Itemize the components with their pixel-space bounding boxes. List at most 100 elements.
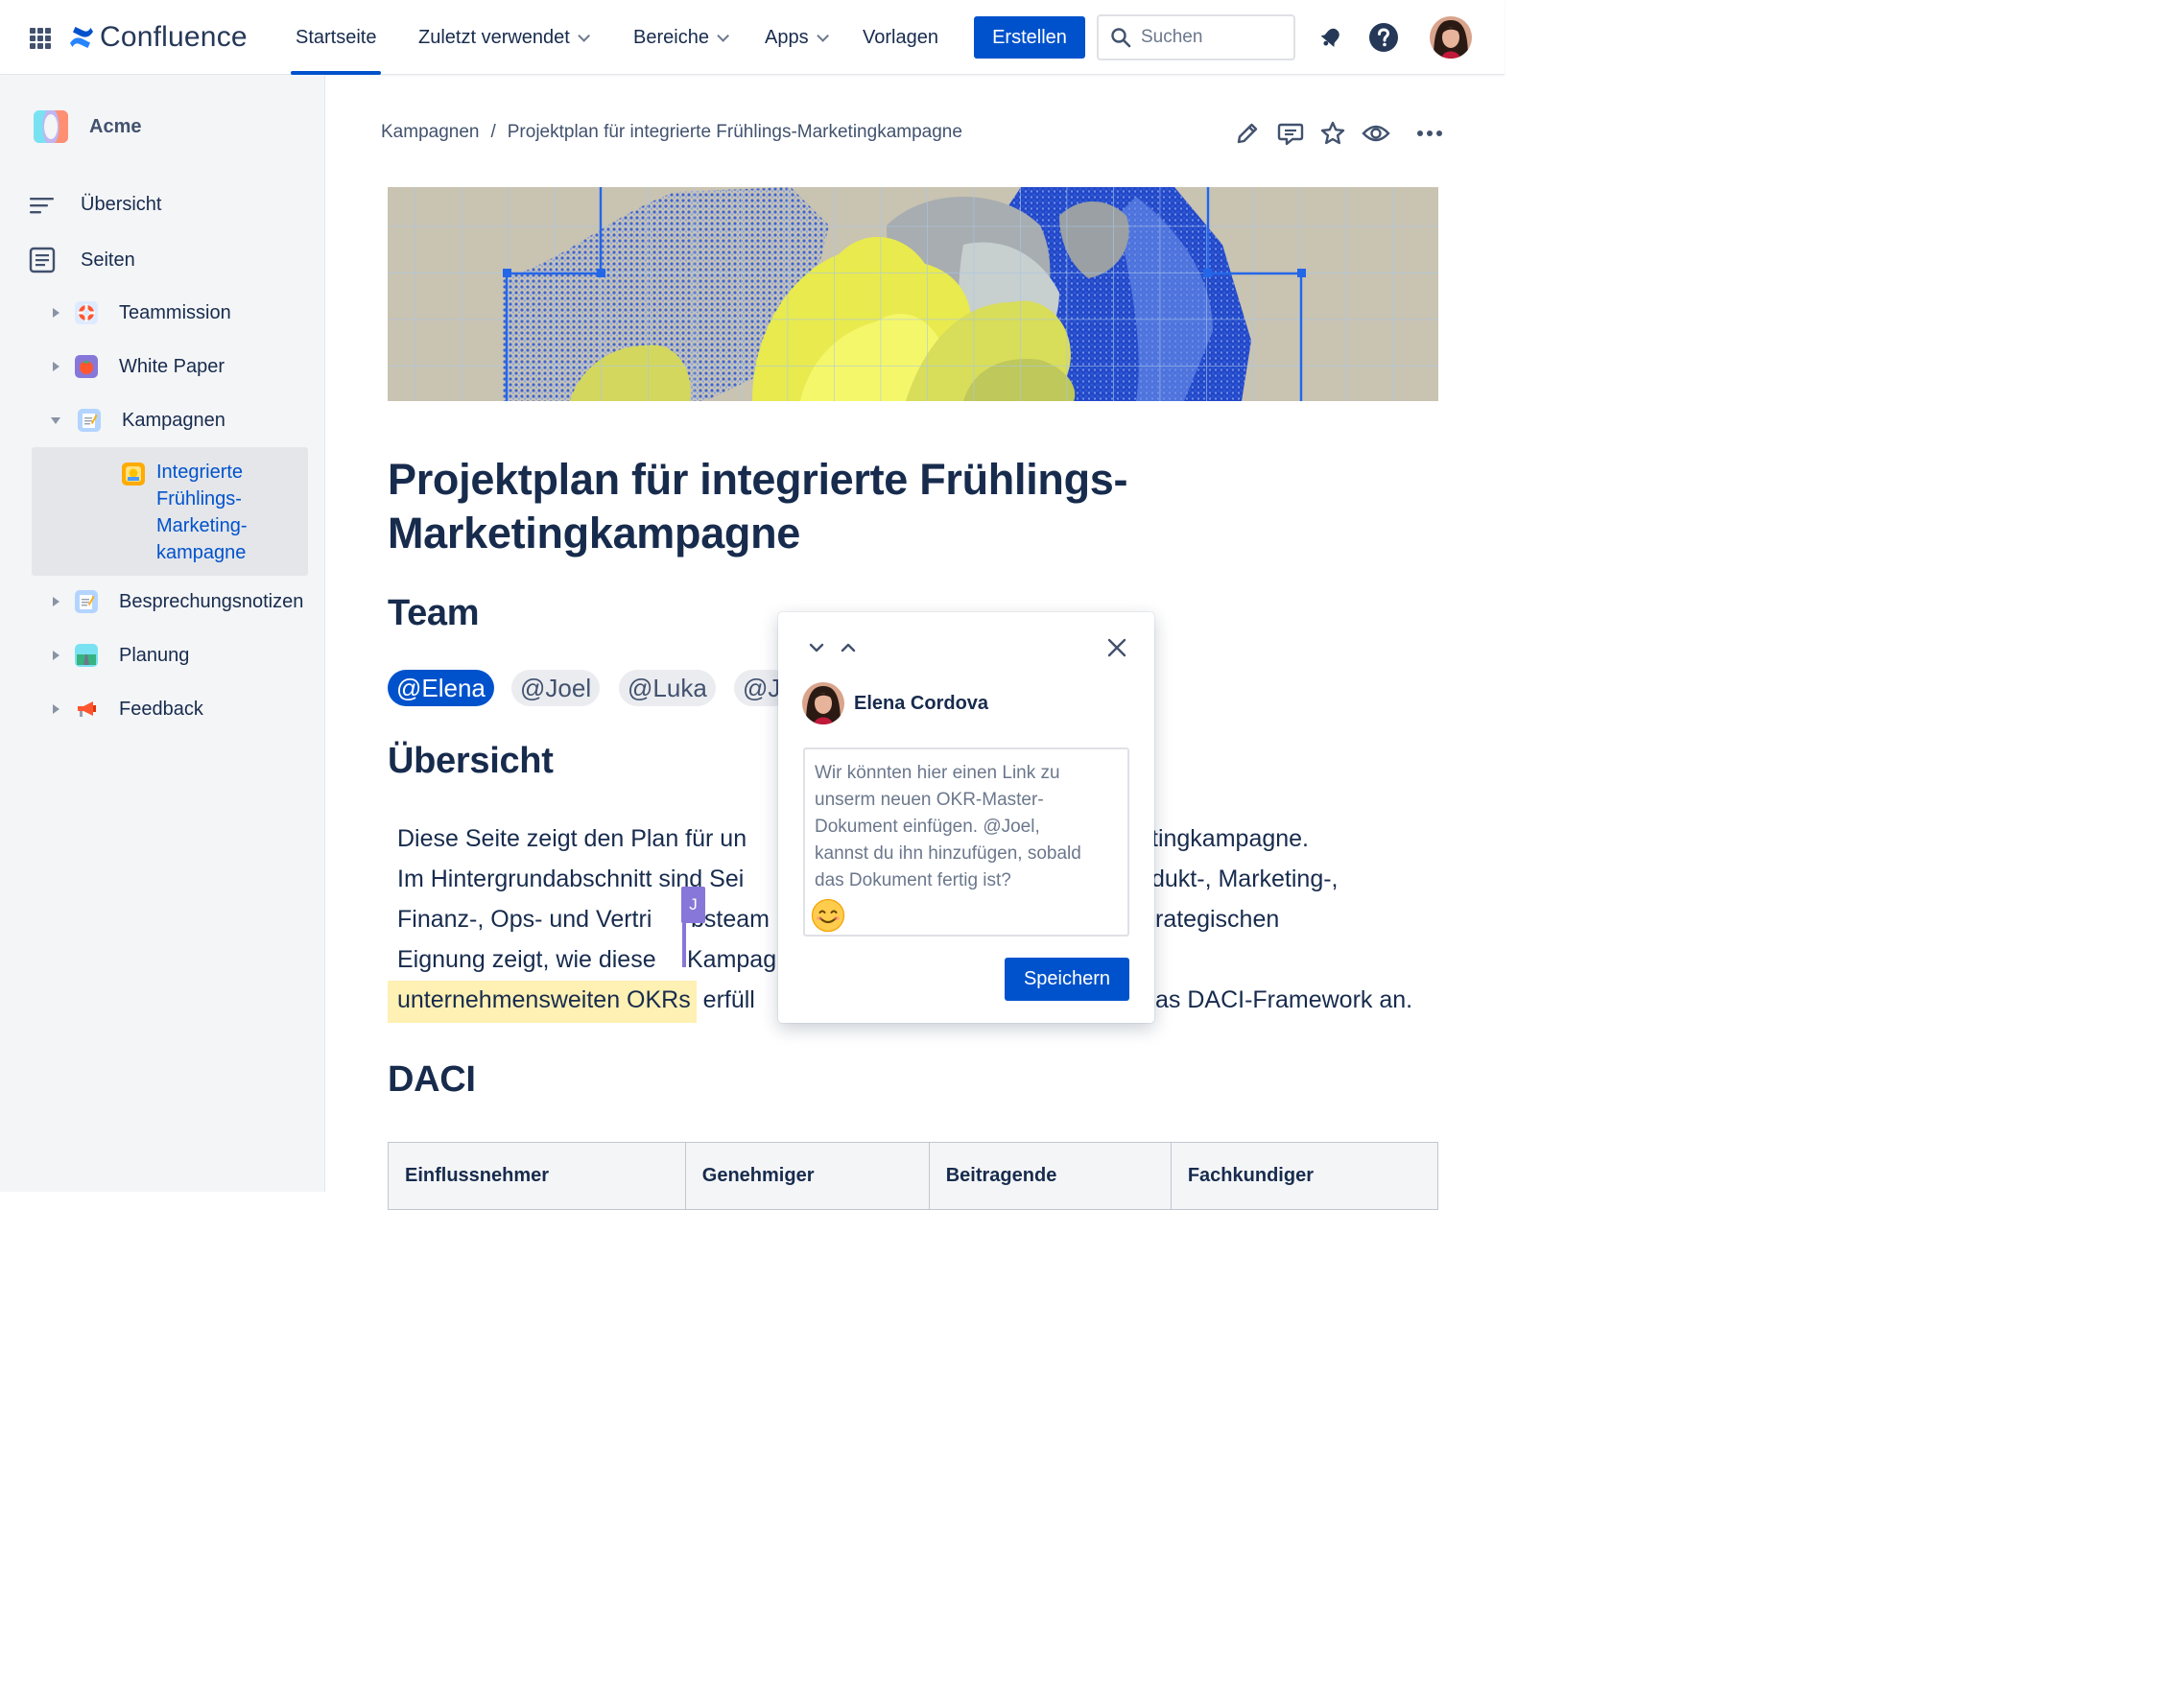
nav-vorlagen[interactable]: Vorlagen: [863, 0, 938, 75]
sidebar-active-label-line: Frühlings-: [156, 488, 242, 510]
lifebuoy-icon: [75, 301, 98, 324]
overview-heading: Übersicht: [388, 741, 554, 781]
sidebar-item-white-paper[interactable]: White Paper: [53, 355, 225, 378]
tomato-icon: [75, 355, 98, 378]
save-comment-button[interactable]: Speichern: [1005, 958, 1129, 1001]
expand-icon[interactable]: [53, 704, 59, 714]
mention-luka[interactable]: @Luka: [619, 670, 716, 706]
mention-joel[interactable]: @Joel: [511, 670, 601, 706]
breadcrumb-separator: /: [490, 122, 496, 142]
app-name: Confluence: [100, 21, 248, 53]
memo-icon: [75, 590, 98, 613]
nav-label: Apps: [765, 26, 809, 48]
sidebar-active-label-line: kampagne: [156, 542, 247, 563]
expand-icon[interactable]: [53, 362, 59, 371]
nav-startseite[interactable]: Startseite: [290, 0, 383, 75]
overview-line-right: tingkampagne.: [1151, 825, 1310, 852]
table-header-cell[interactable]: Beitragende: [928, 1142, 1172, 1210]
star-icon[interactable]: [1318, 119, 1347, 148]
overview-line: Diese Seite zeigt den Plan für un: [397, 825, 747, 852]
sidebar-item-label: Planung: [119, 644, 190, 666]
table-header-cell[interactable]: Einflussnehmer: [388, 1142, 686, 1210]
overview-line-right: as DACI-Framework an.: [1155, 986, 1413, 1013]
breadcrumb-item-kampagnen[interactable]: Kampagnen: [381, 122, 479, 143]
nav-bereiche[interactable]: Bereiche: [633, 0, 729, 75]
breadcrumb-item-current[interactable]: Projektplan für integrierte Frühlings-Ma…: [508, 122, 962, 143]
sidebar-item-label: White Paper: [119, 355, 225, 377]
mention-elena[interactable]: @Elena: [388, 670, 494, 706]
confluence-logo[interactable]: Confluence: [69, 19, 248, 56]
sidebar-overview[interactable]: Übersicht: [30, 194, 161, 216]
inline-comment-popup: Elena Cordova Wir könnten hier einen Lin…: [778, 612, 1154, 1023]
sidebar-item-kampagnen[interactable]: Kampagnen: [51, 409, 225, 432]
sidebar-item-label: Kampagnen: [122, 409, 225, 431]
more-options-icon[interactable]: [1415, 119, 1444, 148]
search-input[interactable]: Suchen: [1097, 14, 1295, 60]
pages-icon: [29, 247, 56, 273]
table-header-cell[interactable]: Fachkundiger: [1170, 1142, 1439, 1210]
nav-label: Startseite: [296, 26, 377, 48]
sidebar-item-label: Teammission: [119, 301, 231, 323]
comment-text-line: unserm neuen OKR-Master-: [815, 790, 1044, 810]
comment-text-line: Wir könnten hier einen Link zu: [815, 763, 1060, 783]
overview-line-last: unternehmensweiten OKRs erfüll: [388, 980, 755, 1023]
sidebar: Acme Übersicht Seiten Teammission White …: [0, 76, 325, 1192]
page-title-line: Projektplan für integrierte Frühlings-: [388, 455, 1128, 504]
page-title-line: Marketingkampagne: [388, 509, 801, 557]
breadcrumb: Kampagnen / Projektplan für integrierte …: [381, 122, 962, 143]
chevron-down-icon: [717, 29, 729, 42]
edit-pencil-icon[interactable]: [1233, 119, 1262, 148]
sidebar-item-planung[interactable]: Planung: [53, 644, 189, 667]
help-icon[interactable]: [1368, 22, 1399, 53]
sidebar-overview-label: Übersicht: [81, 194, 162, 215]
road-icon: [75, 644, 98, 667]
nav-zuletzt-verwendet[interactable]: Zuletzt verwendet: [418, 0, 590, 75]
table-header-cell[interactable]: Genehmiger: [684, 1142, 930, 1210]
chevron-down-icon[interactable]: [808, 641, 825, 654]
watch-eye-icon[interactable]: [1362, 119, 1390, 148]
comment-icon[interactable]: [1276, 119, 1305, 148]
overview-line-tail: erfüll: [702, 986, 755, 1013]
expand-icon[interactable]: [53, 651, 59, 660]
chevron-down-icon: [816, 29, 829, 42]
sidebar-active-label-line: Integrierte: [156, 462, 244, 483]
comment-text-line: kannst du ihn hinzufügen, sobald: [815, 843, 1081, 864]
sidebar-item-besprechungsnotizen[interactable]: Besprechungsnotizen: [53, 590, 303, 613]
create-button[interactable]: Erstellen: [974, 16, 1085, 59]
sidebar-item-feedback[interactable]: Feedback: [53, 698, 203, 721]
daci-table: Einflussnehmer Genehmiger Beitragende Fa…: [388, 1142, 1439, 1210]
space-logo-icon: [34, 110, 68, 143]
overview-line-right: rategischen: [1155, 906, 1280, 933]
expand-icon[interactable]: [53, 597, 59, 606]
team-heading: Team: [388, 593, 480, 633]
daci-heading: DACI: [388, 1059, 476, 1100]
search-icon: [1111, 28, 1131, 48]
user-avatar[interactable]: [1430, 16, 1472, 59]
table-header-row: Einflussnehmer Genehmiger Beitragende Fa…: [388, 1142, 1439, 1210]
overview-line-right: dukt-, Marketing-,: [1151, 866, 1339, 892]
comment-editor[interactable]: Wir könnten hier einen Link zu unserm ne…: [803, 747, 1129, 937]
nav-apps[interactable]: Apps: [765, 0, 829, 75]
confluence-logo-icon: [70, 27, 93, 48]
sidebar-item-label: Feedback: [119, 698, 203, 720]
collapse-icon[interactable]: [51, 416, 60, 424]
app-switcher-icon[interactable]: [30, 28, 51, 49]
sidebar-pages[interactable]: Seiten: [29, 247, 135, 273]
space-header[interactable]: Acme: [34, 110, 141, 143]
sidebar-item-label: Besprechungsnotizen: [119, 590, 304, 612]
overview-line: Finanz-, Ops- und Vertri: [397, 906, 652, 933]
sidebar-pages-label: Seiten: [81, 249, 135, 271]
chevron-up-icon[interactable]: [840, 641, 857, 654]
highlighted-text[interactable]: unternehmensweiten OKRs: [388, 981, 697, 1023]
space-name: Acme: [89, 115, 142, 137]
sidebar-item-teammission[interactable]: Teammission: [53, 301, 231, 324]
sidebar-active-label-line: Marketing-: [156, 515, 248, 536]
megaphone-icon: [75, 698, 98, 721]
notifications-icon[interactable]: [1316, 22, 1346, 53]
expand-icon[interactable]: [53, 308, 59, 318]
close-icon[interactable]: [1106, 637, 1127, 658]
sidebar-item-integrierte-kampagne[interactable]: Integrierte Frühlings- Marketing- kampag…: [32, 447, 308, 576]
comment-text-line: das Dokument fertig ist?: [815, 870, 1011, 890]
nav-label: Zuletzt verwendet: [418, 26, 570, 48]
overview-line-mid: Kampag: [687, 946, 777, 973]
